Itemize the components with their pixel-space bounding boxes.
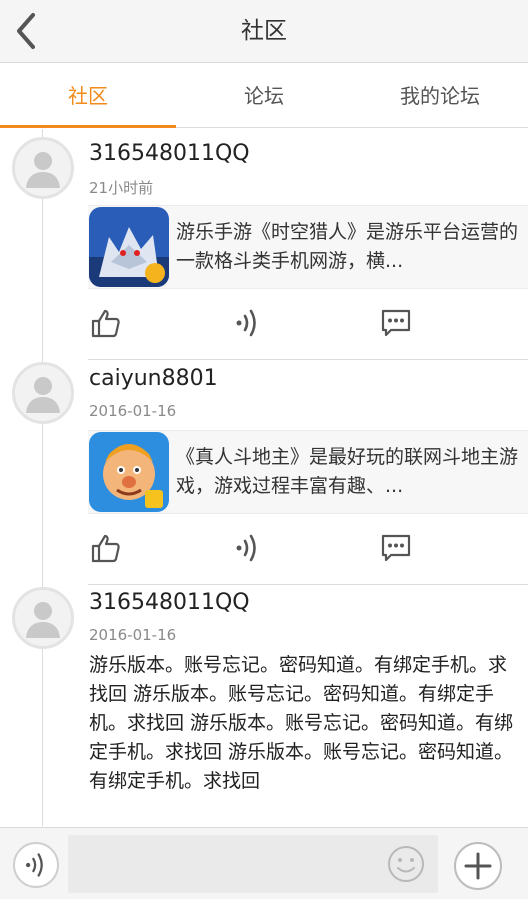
user-silhouette-icon	[26, 602, 60, 638]
post-time: 2016-01-16	[89, 402, 177, 420]
community-feed[interactable]: 316548011QQ 21小时前 游乐手游《时空猎人》是游乐平台运营的一款格斗…	[0, 129, 528, 826]
post-body-text: 游乐版本。账号忘记。密码知道。有绑定手机。求找回 游乐版本。账号忘记。密码知道。…	[89, 654, 514, 792]
user-silhouette-icon	[26, 377, 60, 413]
post-username[interactable]: caiyun8801	[89, 366, 218, 391]
user-silhouette-icon	[26, 152, 60, 188]
post-divider	[88, 359, 528, 360]
wolf-game-icon	[89, 207, 169, 287]
comment-icon	[381, 534, 411, 562]
reply-input[interactable]	[68, 835, 438, 893]
emoji-button[interactable]	[386, 844, 426, 884]
post-username[interactable]: 316548011QQ	[89, 141, 250, 166]
avatar[interactable]	[12, 587, 74, 649]
avatar[interactable]	[12, 137, 74, 199]
smiley-face-icon	[388, 846, 424, 882]
shared-game-card[interactable]: 游乐手游《时空猎人》是游乐平台运营的一款格斗类手机网游，横...	[88, 205, 528, 289]
sound-wave-icon	[25, 853, 43, 877]
like-button[interactable]	[88, 305, 124, 341]
voice-button[interactable]	[230, 305, 266, 341]
voice-button[interactable]	[230, 530, 266, 566]
timeline-line	[42, 129, 43, 826]
reply-bar	[0, 827, 528, 899]
shared-game-card[interactable]: 《真人斗地主》是最好玩的联网斗地主游戏，游戏过程丰富有趣、...	[88, 430, 528, 514]
post-time: 2016-01-16	[89, 626, 177, 644]
shared-game-description: 《真人斗地主》是最好玩的联网斗地主游戏，游戏过程丰富有趣、...	[176, 446, 519, 497]
shared-game-description: 游乐手游《时空猎人》是游乐平台运营的一款格斗类手机网游，横...	[176, 221, 519, 272]
page-title: 社区	[241, 18, 287, 44]
comment-button[interactable]	[378, 305, 414, 341]
post-actions	[88, 305, 528, 355]
post-divider	[88, 584, 528, 585]
thumbs-up-icon	[91, 309, 120, 338]
post-time: 21小时前	[89, 179, 154, 197]
tab-community[interactable]: 社区	[0, 64, 176, 128]
add-attachment-button[interactable]	[454, 842, 502, 890]
plus-icon	[464, 852, 492, 880]
voice-input-button[interactable]	[13, 842, 59, 888]
tab-forum[interactable]: 论坛	[176, 64, 352, 127]
sound-wave-icon	[236, 309, 256, 337]
tab-bar: 社区 论坛 我的论坛	[0, 64, 528, 128]
title-bar: 社区	[0, 0, 528, 63]
post-username[interactable]: 316548011QQ	[89, 590, 250, 615]
tab-my-forum[interactable]: 我的论坛	[352, 64, 528, 127]
post-actions	[88, 530, 528, 580]
thumbs-up-icon	[91, 534, 120, 563]
landlord-game-icon	[89, 432, 169, 512]
comment-icon	[381, 309, 411, 337]
comment-button[interactable]	[378, 530, 414, 566]
sound-wave-icon	[236, 534, 256, 562]
like-button[interactable]	[88, 530, 124, 566]
avatar[interactable]	[12, 362, 74, 424]
